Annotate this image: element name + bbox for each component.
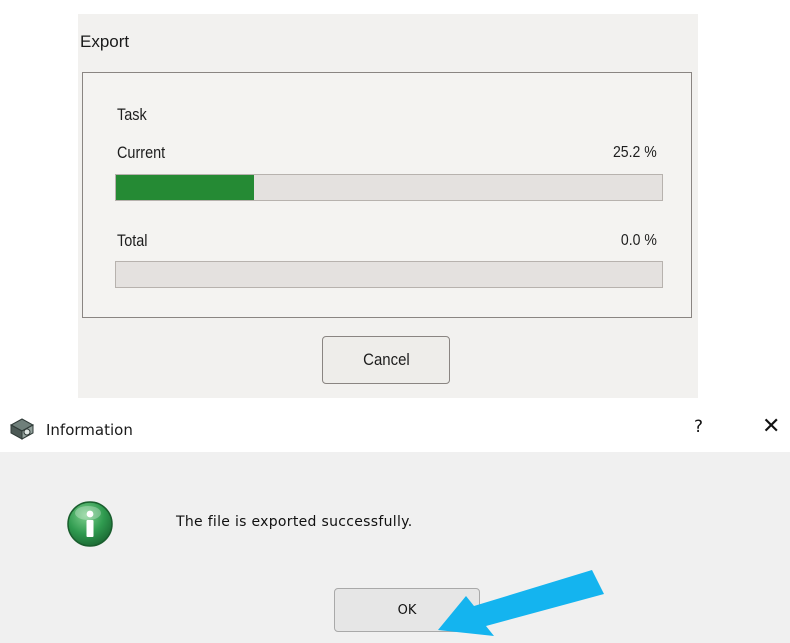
info-icon	[67, 501, 113, 547]
current-progress-bar	[115, 174, 663, 201]
total-percent: 0.0 %	[620, 232, 657, 249]
information-titlebar: Information ? ✕	[0, 408, 790, 450]
help-button[interactable]: ?	[694, 417, 703, 437]
total-progress-bar	[115, 261, 663, 288]
export-dialog-title: Export	[80, 32, 130, 51]
total-label: Total	[117, 231, 148, 250]
arrow-icon	[438, 570, 604, 636]
cancel-button[interactable]: Cancel	[322, 336, 450, 384]
information-title: Information	[46, 421, 133, 439]
information-body: The file is exported successfully. OK	[0, 452, 790, 643]
export-dialog: Export Task Current 25.2 % Total 0.0 % C…	[78, 14, 698, 398]
information-message: The file is exported successfully.	[176, 514, 413, 530]
task-label: Task	[117, 105, 147, 124]
cancel-button-label: Cancel	[362, 350, 410, 369]
current-percent: 25.2 %	[613, 144, 657, 161]
export-progress-panel: Task Current 25.2 % Total 0.0 %	[82, 72, 692, 318]
close-button[interactable]: ✕	[762, 414, 780, 439]
app-icon	[10, 418, 34, 440]
information-dialog: Information ? ✕ The file is exported suc…	[0, 408, 790, 643]
current-label: Current	[117, 143, 166, 162]
current-progress-fill	[116, 175, 254, 200]
